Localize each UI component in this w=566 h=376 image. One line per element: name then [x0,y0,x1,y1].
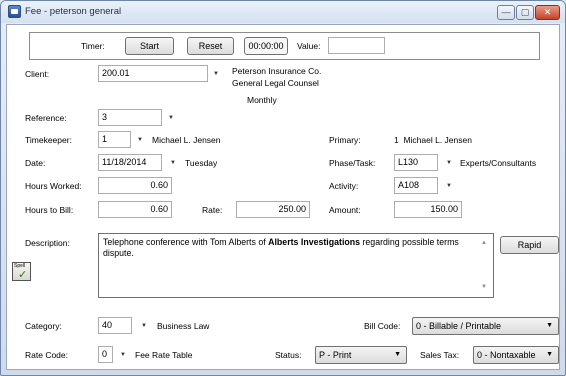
activity-label: Activity: [329,181,359,191]
status-label: Status: [275,350,302,360]
status-value: P - Print [319,350,352,360]
bill-code-dropdown-icon: ▼ [546,322,553,329]
spell-check-button[interactable]: Spell ✓ [12,262,31,281]
phase-task-dropdown-arrow[interactable]: ▼ [446,160,452,166]
hours-worked-label: Hours Worked: [25,181,82,191]
app-icon [8,5,21,18]
hours-worked-input[interactable]: 0.60 [98,177,172,194]
sales-tax-select[interactable]: 0 - Nontaxable ▼ [473,346,559,364]
bill-code-value: 0 - Billable / Printable [416,321,502,331]
reference-dropdown-arrow[interactable]: ▼ [168,115,174,121]
scroll-down-icon[interactable]: ▼ [481,282,487,293]
phase-task-input[interactable]: L130 [394,154,438,171]
primary-value: 1 Michael L. Jensen [394,135,472,145]
description-label: Description: [25,238,70,248]
rate-input[interactable]: 250.00 [236,201,310,218]
reference-label: Reference: [25,113,67,123]
hours-to-bill-input[interactable]: 0.60 [98,201,172,218]
rate-label: Rate: [202,205,223,215]
spell-check-icon: ✓ [18,269,28,281]
date-input[interactable]: 11/18/2014 [98,154,162,171]
scroll-up-icon[interactable]: ▲ [481,238,487,249]
amount-label: Amount: [329,205,361,215]
activity-input[interactable]: A108 [394,177,438,194]
rate-code-name: Fee Rate Table [135,350,193,360]
timer-panel: Timer: Start Reset 00:00:00 Value: [29,32,540,60]
fee-form: Timer: Start Reset 00:00:00 Value: Clien… [6,24,560,370]
status-select[interactable]: P - Print ▼ [315,346,407,364]
client-input[interactable]: 200.01 [98,65,208,82]
client-name-line2: General Legal Counsel [232,78,319,88]
timekeeper-name: Michael L. Jensen [152,135,221,145]
amount-input[interactable]: 150.00 [394,201,462,218]
title-bar[interactable]: Fee - peterson general — ▢ ✕ [1,1,565,23]
category-input[interactable]: 40 [98,317,132,334]
timekeeper-dropdown-arrow[interactable]: ▼ [137,137,143,143]
client-label: Client: [25,69,50,79]
value-input[interactable] [328,37,385,54]
date-dropdown-arrow[interactable]: ▼ [170,160,176,166]
status-dropdown-icon: ▼ [394,351,401,358]
primary-label: Primary: [329,135,361,145]
description-text-bold: Alberts Investigations [268,237,361,247]
description-textarea[interactable]: Telephone conference with Tom Alberts of… [98,233,494,298]
activity-dropdown-arrow[interactable]: ▼ [446,183,452,189]
rate-code-input[interactable]: 0 [98,346,113,363]
rate-code-dropdown-arrow[interactable]: ▼ [120,352,126,358]
rate-code-label: Rate Code: [25,350,68,360]
billing-frequency: Monthly [247,95,277,105]
timer-elapsed-display: 00:00:00 [244,37,288,55]
phase-task-label: Phase/Task: [329,158,376,168]
client-name-line1: Peterson Insurance Co. [232,66,322,76]
window-title: Fee - peterson general [25,6,122,17]
hours-to-bill-label: Hours to Bill: [25,205,74,215]
rapid-button[interactable]: Rapid [500,236,559,254]
date-weekday: Tuesday [185,158,218,168]
bill-code-label: Bill Code: [364,321,401,331]
bill-code-select[interactable]: 0 - Billable / Printable ▼ [412,317,559,335]
sales-tax-label: Sales Tax: [420,350,460,360]
reference-input[interactable]: 3 [98,109,162,126]
close-button[interactable]: ✕ [535,5,560,20]
sales-tax-value: 0 - Nontaxable [477,350,536,360]
fee-window: Fee - peterson general — ▢ ✕ Timer: Star… [0,0,566,376]
date-label: Date: [25,158,46,168]
sales-tax-dropdown-icon: ▼ [546,351,553,358]
timer-start-button[interactable]: Start [125,37,174,55]
minimize-button[interactable]: — [497,5,515,20]
category-label: Category: [25,321,62,331]
category-name: Business Law [157,321,210,331]
category-dropdown-arrow[interactable]: ▼ [141,323,147,329]
timekeeper-label: Timekeeper: [25,135,72,145]
timer-label: Timer: [81,41,105,51]
timekeeper-input[interactable]: 1 [98,131,131,148]
phase-task-description: Experts/Consultants [460,158,537,168]
description-text-start: Telephone conference with Tom Alberts of [103,237,269,247]
description-scrollbar[interactable]: ▲ ▼ [476,234,493,297]
timer-reset-button[interactable]: Reset [187,37,234,55]
maximize-button[interactable]: ▢ [516,5,534,20]
value-label: Value: [297,41,321,51]
client-dropdown-arrow[interactable]: ▼ [213,71,219,77]
